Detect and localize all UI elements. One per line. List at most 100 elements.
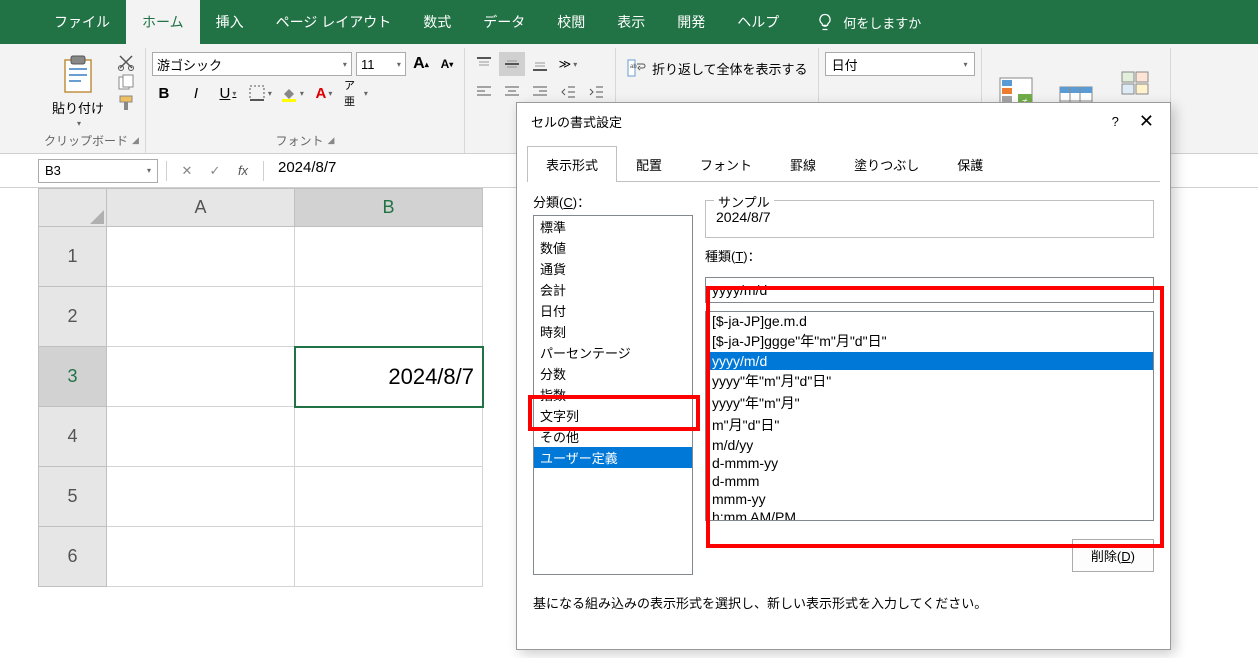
font-color-button[interactable]: A▾ — [312, 82, 336, 104]
fx-button[interactable]: fx — [231, 159, 255, 183]
dialog-help-button[interactable]: ? — [1112, 114, 1119, 129]
italic-button[interactable]: I — [184, 82, 208, 104]
col-header-b[interactable]: B — [295, 189, 483, 227]
tab-review[interactable]: 校閲 — [541, 0, 601, 44]
cell-a3[interactable] — [107, 347, 295, 407]
dialog-tab-font[interactable]: フォント — [681, 146, 771, 182]
tab-insert[interactable]: 挿入 — [200, 0, 260, 44]
cancel-button[interactable]: ✕ — [175, 159, 199, 183]
dialog-launcher-icon[interactable]: ◢ — [132, 135, 139, 146]
dialog-tab-number[interactable]: 表示形式 — [527, 146, 617, 182]
decrease-indent-button[interactable] — [555, 80, 581, 104]
wrap-text-button[interactable]: ab 折り返して全体を表示する — [622, 54, 812, 82]
number-format-select[interactable]: 日付▾ — [825, 52, 975, 76]
category-item[interactable]: 文字列 — [534, 405, 692, 426]
type-item[interactable]: [$-ja-JP]ge.m.d — [706, 312, 1153, 330]
category-item[interactable]: 時刻 — [534, 321, 692, 342]
category-item[interactable]: 日付 — [534, 300, 692, 321]
type-item[interactable]: yyyy/m/d — [706, 352, 1153, 370]
dialog-tab-align[interactable]: 配置 — [617, 146, 681, 182]
dialog-close-button[interactable]: ✕ — [1131, 107, 1162, 136]
copy-icon[interactable] — [116, 74, 138, 92]
row-header-2[interactable]: 2 — [39, 287, 107, 347]
align-center-button[interactable] — [499, 80, 525, 104]
bold-button[interactable]: B — [152, 82, 176, 104]
cell-a5[interactable] — [107, 467, 295, 527]
font-name-select[interactable]: 游ゴシック▾ — [152, 52, 352, 76]
tab-file[interactable]: ファイル — [38, 0, 126, 44]
align-left-button[interactable] — [471, 80, 497, 104]
confirm-button[interactable]: ✓ — [203, 159, 227, 183]
cell-a2[interactable] — [107, 287, 295, 347]
increase-font-button[interactable]: A▴ — [410, 53, 432, 75]
category-item[interactable]: 指数 — [534, 384, 692, 405]
dialog-tab-border[interactable]: 罫線 — [771, 146, 835, 182]
align-top-button[interactable] — [471, 52, 497, 76]
fill-color-button[interactable]: ▾ — [280, 82, 304, 104]
tab-help[interactable]: ヘルプ — [721, 0, 795, 44]
category-item[interactable]: パーセンテージ — [534, 342, 692, 363]
cell-b5[interactable] — [295, 467, 483, 527]
tellme-search[interactable]: 何をしますか — [815, 12, 921, 32]
type-item[interactable]: d-mmm-yy — [706, 454, 1153, 472]
border-button[interactable]: ▾ — [248, 82, 272, 104]
tab-pagelayout[interactable]: ページ レイアウト — [260, 0, 408, 44]
increase-indent-button[interactable] — [583, 80, 609, 104]
tab-data[interactable]: データ — [467, 0, 541, 44]
dialog-tab-fill[interactable]: 塗りつぶし — [835, 146, 938, 182]
paste-button[interactable]: 貼り付け ▾ — [44, 52, 112, 130]
type-item[interactable]: d-mmm — [706, 472, 1153, 490]
category-item[interactable]: 分数 — [534, 363, 692, 384]
type-item[interactable]: h:mm AM/PM — [706, 508, 1153, 521]
underline-button[interactable]: U▾ — [216, 82, 240, 104]
decrease-font-button[interactable]: A▾ — [436, 53, 458, 75]
category-item[interactable]: 標準 — [534, 216, 692, 237]
type-item[interactable]: m/d/yy — [706, 436, 1153, 454]
cell-a4[interactable] — [107, 407, 295, 467]
cell-b3[interactable]: 2024/8/7 — [295, 347, 483, 407]
cell-b4[interactable] — [295, 407, 483, 467]
col-header-a[interactable]: A — [107, 189, 295, 227]
tab-developer[interactable]: 開発 — [661, 0, 721, 44]
row-header-6[interactable]: 6 — [39, 527, 107, 587]
tab-home[interactable]: ホーム — [126, 0, 200, 44]
cell-a6[interactable] — [107, 527, 295, 587]
type-item[interactable]: yyyy"年"m"月"d"日" — [706, 370, 1153, 392]
category-item[interactable]: 会計 — [534, 279, 692, 300]
dialog-launcher-icon[interactable]: ◢ — [327, 135, 334, 146]
select-all-corner[interactable] — [39, 189, 107, 227]
formula-input[interactable]: 2024/8/7 — [272, 159, 472, 183]
delete-button[interactable]: 削除(D) — [1072, 539, 1154, 572]
cell-b6[interactable] — [295, 527, 483, 587]
tab-view[interactable]: 表示 — [601, 0, 661, 44]
format-painter-icon[interactable] — [116, 94, 138, 112]
cell-b1[interactable] — [295, 227, 483, 287]
dialog-tab-protect[interactable]: 保護 — [938, 146, 1002, 182]
align-middle-button[interactable] — [499, 52, 525, 76]
category-list[interactable]: 標準 数値 通貨 会計 日付 時刻 パーセンテージ 分数 指数 文字列 その他 … — [533, 215, 693, 575]
category-item[interactable]: 通貨 — [534, 258, 692, 279]
align-bottom-button[interactable] — [527, 52, 553, 76]
font-size-select[interactable]: 11▾ — [356, 52, 406, 76]
type-list[interactable]: [$-ja-JP]ge.m.d [$-ja-JP]ggge"年"m"月"d"日"… — [705, 311, 1154, 521]
type-item[interactable]: m"月"d"日" — [706, 414, 1153, 436]
row-header-3[interactable]: 3 — [39, 347, 107, 407]
type-input[interactable] — [705, 277, 1154, 303]
row-header-1[interactable]: 1 — [39, 227, 107, 287]
category-item-custom[interactable]: ユーザー定義 — [534, 447, 692, 468]
orientation-button[interactable]: ≫▾ — [555, 52, 581, 76]
category-item[interactable]: その他 — [534, 426, 692, 447]
type-item[interactable]: [$-ja-JP]ggge"年"m"月"d"日" — [706, 330, 1153, 352]
align-right-button[interactable] — [527, 80, 553, 104]
phonetic-button[interactable]: ア亜▾ — [344, 82, 368, 104]
type-item[interactable]: mmm-yy — [706, 490, 1153, 508]
row-header-5[interactable]: 5 — [39, 467, 107, 527]
type-item[interactable]: yyyy"年"m"月" — [706, 392, 1153, 414]
category-item[interactable]: 数値 — [534, 237, 692, 258]
cell-a1[interactable] — [107, 227, 295, 287]
name-box[interactable]: B3▾ — [38, 159, 158, 183]
cell-b2[interactable] — [295, 287, 483, 347]
tab-formulas[interactable]: 数式 — [407, 0, 467, 44]
cut-icon[interactable] — [116, 54, 138, 72]
row-header-4[interactable]: 4 — [39, 407, 107, 467]
